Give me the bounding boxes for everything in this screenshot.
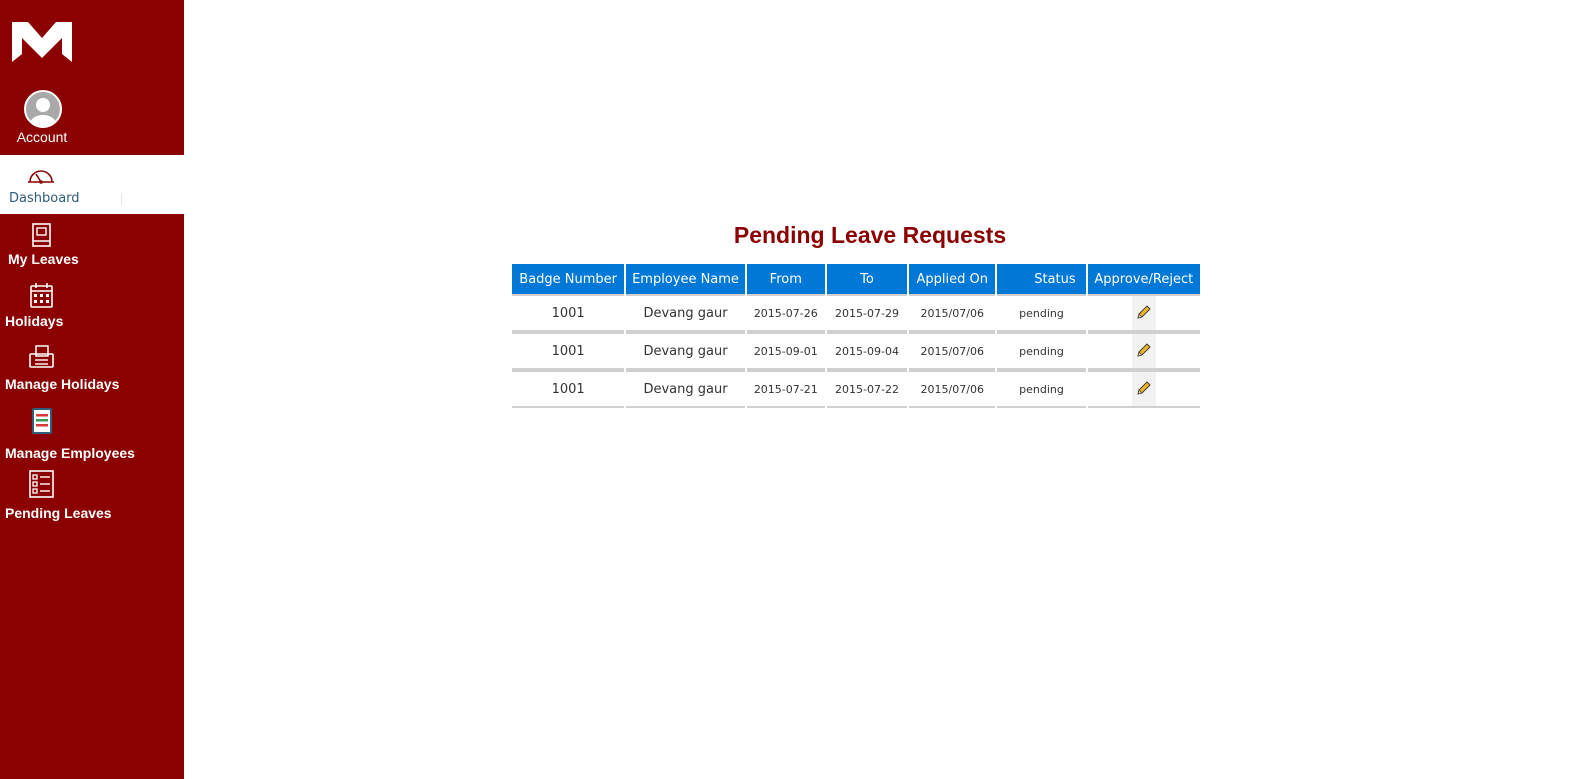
to-date-cell: 2015-07-29 (826, 294, 908, 332)
clipboard-icon (32, 408, 52, 434)
edit-button[interactable] (1131, 372, 1156, 406)
divider (121, 193, 122, 205)
avatar[interactable] (24, 90, 62, 128)
from-date-cell: 2015-09-01 (746, 332, 825, 370)
column-header-employee-name: Employee Name (626, 264, 745, 294)
column-header-approve-reject: Approve/Reject (1087, 264, 1200, 294)
sidebar-item-label: Manage Holidays (5, 376, 120, 392)
table-header-row: Badge Number Employee Name From To Appli… (512, 264, 1200, 294)
printer-icon (29, 345, 54, 368)
applied-on-cell: 2015/07/06 (909, 370, 996, 408)
pencil-icon (1137, 305, 1151, 319)
checklist-icon (29, 470, 54, 498)
speedometer-icon (28, 170, 54, 184)
approve-reject-cell (1087, 370, 1200, 408)
sidebar-item-label: Holidays (5, 313, 64, 329)
pencil-icon (1137, 343, 1151, 357)
logo-icon (12, 22, 72, 62)
sidebar-item-label: Manage Employees (5, 445, 135, 461)
pencil-icon (1137, 381, 1151, 395)
account-label[interactable]: Account (0, 129, 84, 145)
status-cell: pending (997, 294, 1086, 332)
approve-reject-cell (1087, 332, 1200, 370)
sidebar: Account Dashboard My Leaves Holidays Man… (0, 0, 184, 779)
column-header-status: Status (997, 264, 1086, 294)
sidebar-item-label: Pending Leaves (5, 505, 112, 521)
employee-name-cell: Devang gaur (626, 294, 745, 332)
from-date-cell: 2015-07-21 (746, 370, 825, 408)
edit-button[interactable] (1131, 334, 1156, 368)
user-icon (30, 98, 56, 126)
column-header-applied-on: Applied On (909, 264, 996, 294)
page-title: Pending Leave Requests (733, 222, 1007, 248)
badge-cell: 1001 (512, 294, 625, 332)
applied-on-cell: 2015/07/06 (909, 332, 996, 370)
sidebar-item-label: Dashboard (9, 191, 80, 206)
status-cell: pending (997, 332, 1086, 370)
calendar-icon (30, 283, 53, 308)
sidebar-item-label: My Leaves (8, 251, 79, 267)
to-date-cell: 2015-07-22 (826, 370, 908, 408)
status-cell: pending (997, 370, 1086, 408)
applied-on-cell: 2015/07/06 (909, 294, 996, 332)
badge-cell: 1001 (512, 370, 625, 408)
to-date-cell: 2015-09-04 (826, 332, 908, 370)
book-icon (32, 223, 51, 247)
sidebar-item-dashboard[interactable]: Dashboard (0, 155, 184, 214)
employee-name-cell: Devang gaur (626, 332, 745, 370)
approve-reject-cell (1087, 294, 1200, 332)
pending-leaves-table: Badge Number Employee Name From To Appli… (510, 264, 1202, 408)
table-row: 1001 Devang gaur 2015-07-21 2015-07-22 2… (512, 370, 1200, 408)
badge-cell: 1001 (512, 332, 625, 370)
column-header-badge-number: Badge Number (512, 264, 625, 294)
column-header-from: From (746, 264, 825, 294)
employee-name-cell: Devang gaur (626, 370, 745, 408)
table-row: 1001 Devang gaur 2015-09-01 2015-09-04 2… (512, 332, 1200, 370)
edit-button[interactable] (1131, 296, 1156, 330)
column-header-to: To (826, 264, 908, 294)
table-row: 1001 Devang gaur 2015-07-26 2015-07-29 2… (512, 294, 1200, 332)
from-date-cell: 2015-07-26 (746, 294, 825, 332)
